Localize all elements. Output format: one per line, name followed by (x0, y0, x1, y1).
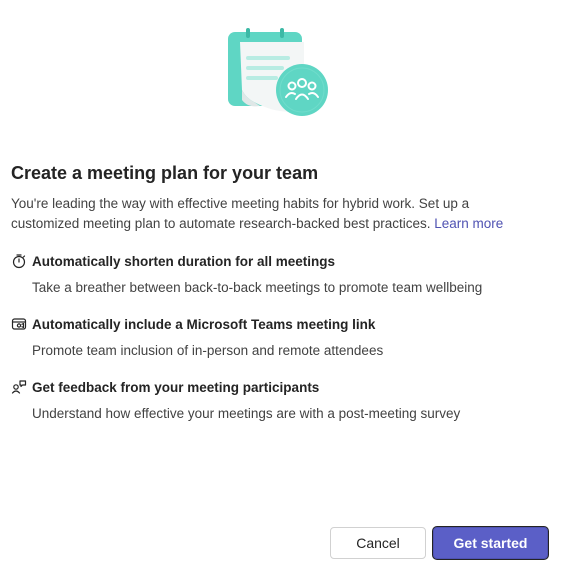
feature-feedback: Get feedback from your meeting participa… (11, 377, 551, 421)
feature-title: Automatically include a Microsoft Teams … (32, 316, 376, 332)
feature-title: Get feedback from your meeting participa… (32, 379, 320, 395)
feature-subtitle: Promote team inclusion of in-person and … (32, 343, 384, 358)
feature-title: Automatically shorten duration for all m… (32, 253, 336, 269)
feature-subtitle: Take a breather between back-to-back mee… (32, 280, 483, 295)
cancel-button[interactable]: Cancel (330, 527, 426, 559)
feature-teams-link: Automatically include a Microsoft Teams … (11, 314, 551, 358)
feature-subtitle: Understand how effective your meetings a… (32, 406, 461, 421)
meeting-plan-illustration (220, 20, 340, 124)
feature-shorten-duration: Automatically shorten duration for all m… (11, 251, 551, 295)
dialog-description: You're leading the way with effective me… (11, 194, 541, 234)
description-text: You're leading the way with effective me… (11, 196, 470, 231)
people-feedback-icon (11, 379, 27, 395)
dialog-title: Create a meeting plan for your team (11, 163, 319, 183)
get-started-button[interactable]: Get started (433, 527, 548, 559)
learn-more-link[interactable]: Learn more (434, 216, 503, 231)
teams-link-icon (11, 316, 27, 332)
timer-icon (11, 253, 27, 269)
